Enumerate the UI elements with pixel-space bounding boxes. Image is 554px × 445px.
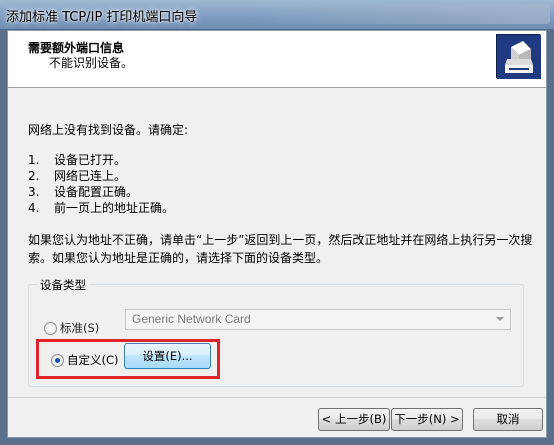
window-title: 添加标准 TCP/IP 打印机端口向导 [6, 10, 198, 25]
footer-divider [8, 397, 546, 398]
header-subtitle: 不能识别设备。 [49, 56, 134, 70]
list-item: 1. 设备已打开。 [28, 151, 174, 167]
standard-radio-option[interactable]: 标准(S) [44, 320, 99, 336]
custom-radio[interactable] [51, 353, 64, 367]
standard-device-select: Generic Network Card [125, 309, 511, 330]
checklist: 1. 设备已打开。 2. 网络已连上。 3. 设备配置正确。 4. 前一页上的地址正确。 [28, 151, 174, 215]
printer-icon [496, 34, 541, 79]
wizard-header: 需要额外端口信息 不能识别设备。 [8, 31, 546, 88]
device-type-legend: 设备类型 [37, 277, 89, 293]
back-button[interactable]: < 上一步(B) [318, 408, 390, 431]
instruction-text: 如果您认为地址不正确，请单击“上一步”返回到上一页，然后改正地址并在网络上执行另… [28, 233, 533, 265]
list-item: 2. 网络已连上。 [28, 167, 174, 183]
list-number: 3. [28, 185, 40, 199]
list-text: 前一页上的地址正确。 [54, 201, 175, 215]
next-button[interactable]: 下一步(N) > [391, 408, 463, 431]
list-text: 设备配置正确。 [54, 185, 139, 199]
list-text: 网络已连上。 [54, 169, 127, 183]
intro-text: 网络上没有找到设备。请确定: [28, 123, 189, 137]
list-text: 设备已打开。 [54, 153, 127, 167]
list-item: 3. 设备配置正确。 [28, 183, 174, 199]
titlebar-background [250, 4, 550, 24]
list-item: 4. 前一页上的地址正确。 [28, 199, 174, 215]
wizard-dialog: 需要额外端口信息 不能识别设备。 网络上没有找到设备。请确定: 1. 设备已打开。… [7, 30, 547, 438]
standard-radio-label[interactable]: 标准(S) [60, 321, 99, 335]
standard-radio[interactable] [44, 321, 57, 335]
custom-radio-option[interactable]: 自定义(C) [51, 352, 119, 368]
window-titlebar[interactable]: 添加标准 TCP/IP 打印机端口向导 [0, 0, 554, 30]
chevron-down-icon [496, 317, 504, 321]
settings-button[interactable]: 设置(E)... [124, 343, 211, 369]
list-number: 4. [28, 201, 40, 215]
list-number: 2. [28, 169, 40, 183]
standard-device-value: Generic Network Card [132, 312, 251, 326]
cancel-button[interactable]: 取消 [473, 408, 543, 431]
custom-radio-label[interactable]: 自定义(C) [67, 353, 119, 367]
list-number: 1. [28, 153, 40, 167]
